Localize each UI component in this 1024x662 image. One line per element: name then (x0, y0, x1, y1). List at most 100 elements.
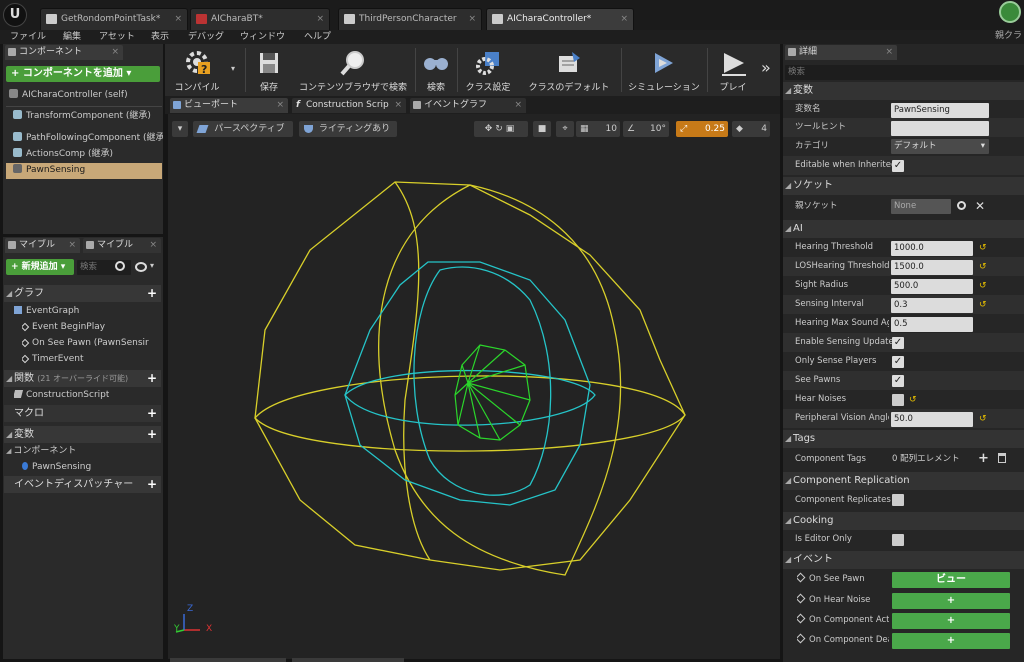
peripheral-vision-angle-input[interactable]: 50.0 (891, 412, 973, 427)
collapse-arrow-icon[interactable]: ◢ (785, 177, 791, 195)
enable-sensing-updates-checkbox[interactable]: ✓ (892, 337, 904, 349)
menu-window[interactable]: ウィンドウ (240, 30, 285, 44)
pawn-sensing-variable[interactable]: PawnSensing (22, 460, 91, 475)
collapse-arrow-icon[interactable]: ◢ (6, 447, 11, 455)
component-transform[interactable]: TransformComponent (継承) (13, 109, 151, 124)
on-hear-noise-add-button[interactable]: + (892, 593, 1010, 609)
simulation-button[interactable]: シミュレーション (624, 44, 704, 96)
viewport-scene[interactable] (168, 114, 780, 659)
eye-icon[interactable] (135, 262, 147, 272)
component-replicates-checkbox[interactable] (892, 494, 904, 506)
scale-snap-button[interactable]: ⤢ 0.25 (676, 121, 728, 137)
hear-noises-checkbox[interactable] (892, 394, 904, 406)
category-dropdown[interactable]: デフォルト ▾ (891, 139, 989, 154)
hearing-max-sound-age-input[interactable]: 0.5 (891, 317, 973, 332)
close-icon[interactable]: × (276, 98, 284, 113)
collapse-arrow-icon[interactable]: ◢ (785, 220, 791, 238)
reset-to-default-icon[interactable]: ↺ (979, 414, 987, 424)
close-icon[interactable]: × (111, 45, 119, 60)
add-component-button[interactable]: + コンポーネントを追加 ▾ (6, 66, 160, 82)
menu-view[interactable]: 表示 (151, 30, 169, 44)
class-defaults-button[interactable]: クラスのデフォルト (519, 44, 619, 96)
translate-icon[interactable]: ✥ (485, 124, 496, 134)
only-sense-players-checkbox[interactable]: ✓ (892, 356, 904, 368)
add-new-button[interactable]: + 新規追加 ▾ (6, 259, 74, 275)
collapse-arrow-icon[interactable]: ◢ (6, 285, 12, 302)
graph-section[interactable]: ◢ グラフ + (4, 285, 161, 302)
chevron-down-icon[interactable]: ▾ (150, 261, 154, 270)
compile-button[interactable]: ? コンパイル (167, 44, 227, 96)
reset-to-default-icon[interactable]: ↺ (979, 281, 987, 291)
browse-button[interactable]: コンテンツブラウザで検索 (293, 44, 413, 96)
collapse-arrow-icon[interactable]: ◢ (785, 512, 791, 530)
functions-section[interactable]: ◢ 関数 (21 オーバーライド可能) + (4, 370, 161, 387)
scale-icon[interactable]: ▣ (506, 124, 518, 134)
save-button[interactable]: 保存 (249, 44, 289, 96)
trash-icon[interactable] (998, 453, 1006, 463)
play-button[interactable]: プレイ (710, 44, 756, 96)
add-function-plus-icon[interactable]: + (146, 372, 158, 384)
camera-speed-button[interactable]: ◆ 4 (732, 121, 770, 137)
search-icon[interactable] (957, 201, 966, 210)
timer-event-item[interactable]: TimerEvent (22, 352, 84, 367)
menu-file[interactable]: ファイル (10, 30, 46, 44)
reset-to-default-icon[interactable]: ↺ (909, 395, 917, 405)
close-icon[interactable]: × (149, 238, 157, 253)
lighting-button[interactable]: ライティングあり (299, 121, 397, 137)
on-component-activated-add-button[interactable]: + (892, 613, 1010, 629)
events-section[interactable]: ◢ イベント (783, 551, 1024, 569)
tab-event-graph[interactable]: イベントグラフ × (410, 98, 526, 113)
is-editor-only-checkbox[interactable] (892, 534, 904, 546)
collapse-arrow-icon[interactable]: ◢ (785, 82, 791, 100)
on-see-pawn-item[interactable]: On See Pawn (PawnSensir (22, 336, 162, 351)
doc-tab-ai-chara-bt[interactable]: AICharaBT* × (190, 8, 330, 30)
close-icon[interactable]: × (316, 9, 324, 29)
tab-construction-script[interactable]: f Construction Scrip × (292, 98, 406, 113)
add-dispatcher-plus-icon[interactable]: + (146, 478, 158, 490)
collapse-arrow-icon[interactable]: ◢ (6, 370, 12, 387)
close-icon[interactable]: × (620, 9, 628, 29)
collapse-arrow-icon[interactable]: ◢ (785, 472, 791, 490)
editable-inherited-checkbox[interactable]: ✓ (892, 160, 904, 172)
sight-radius-input[interactable]: 500.0 (891, 279, 973, 294)
see-pawns-checkbox[interactable]: ✓ (892, 375, 904, 387)
toolbar-overflow-icon[interactable]: » (761, 58, 771, 77)
search-icon[interactable] (115, 261, 125, 271)
parent-socket-input[interactable]: None (891, 199, 951, 214)
variables-components-group[interactable]: ◢ コンポーネント (6, 444, 76, 459)
component-actions[interactable]: ActionsComp (継承) (13, 147, 113, 162)
menu-edit[interactable]: 編集 (63, 30, 81, 44)
component-self[interactable]: AICharaController (self) (9, 88, 128, 103)
reset-to-default-icon[interactable]: ↺ (979, 243, 987, 253)
user-avatar[interactable] (999, 1, 1021, 23)
collapse-arrow-icon[interactable]: ◢ (785, 551, 791, 569)
reset-to-default-icon[interactable]: ↺ (979, 262, 987, 272)
menu-help[interactable]: ヘルプ (304, 30, 331, 44)
variable-section[interactable]: ◢ 変数 (783, 82, 1024, 100)
close-icon[interactable]: × (514, 98, 522, 113)
hearing-threshold-input[interactable]: 1000.0 (891, 241, 973, 256)
menu-asset[interactable]: アセット (99, 30, 135, 44)
collapse-arrow-icon[interactable]: ◢ (785, 430, 791, 448)
surface-snap-button[interactable]: ⌖ (556, 121, 574, 137)
doc-tab-ai-chara-controller[interactable]: AICharaController* × (486, 8, 634, 30)
perspective-button[interactable]: パースペクティブ (193, 121, 293, 137)
rotate-icon[interactable]: ↻ (495, 124, 506, 134)
compile-options-chevron-icon[interactable]: ▾ (231, 64, 235, 73)
rotation-snap-button[interactable]: ∠ 10° (623, 121, 669, 137)
details-search-input[interactable]: 検索 (785, 65, 1024, 80)
grid-snap-button[interactable]: ▦ 10 (576, 121, 620, 137)
viewport-options-button[interactable]: ▾ (172, 121, 188, 137)
macros-section[interactable]: マクロ + (4, 405, 161, 422)
class-settings-button[interactable]: クラス設定 (460, 44, 516, 96)
los-hearing-threshold-input[interactable]: 1500.0 (891, 260, 973, 275)
event-dispatchers-section[interactable]: イベントディスパッチャー + (4, 476, 161, 493)
details-tab[interactable]: 詳細 × (785, 45, 897, 60)
unreal-logo-icon[interactable]: U (3, 3, 27, 27)
var-name-input[interactable]: PawnSensing (891, 103, 989, 118)
close-icon[interactable]: × (394, 98, 402, 113)
add-macro-plus-icon[interactable]: + (146, 407, 158, 419)
on-component-deactivated-add-button[interactable]: + (892, 633, 1010, 649)
on-see-pawn-view-button[interactable]: ビュー (892, 572, 1010, 588)
tab-viewport[interactable]: ビューポート × (170, 98, 288, 113)
